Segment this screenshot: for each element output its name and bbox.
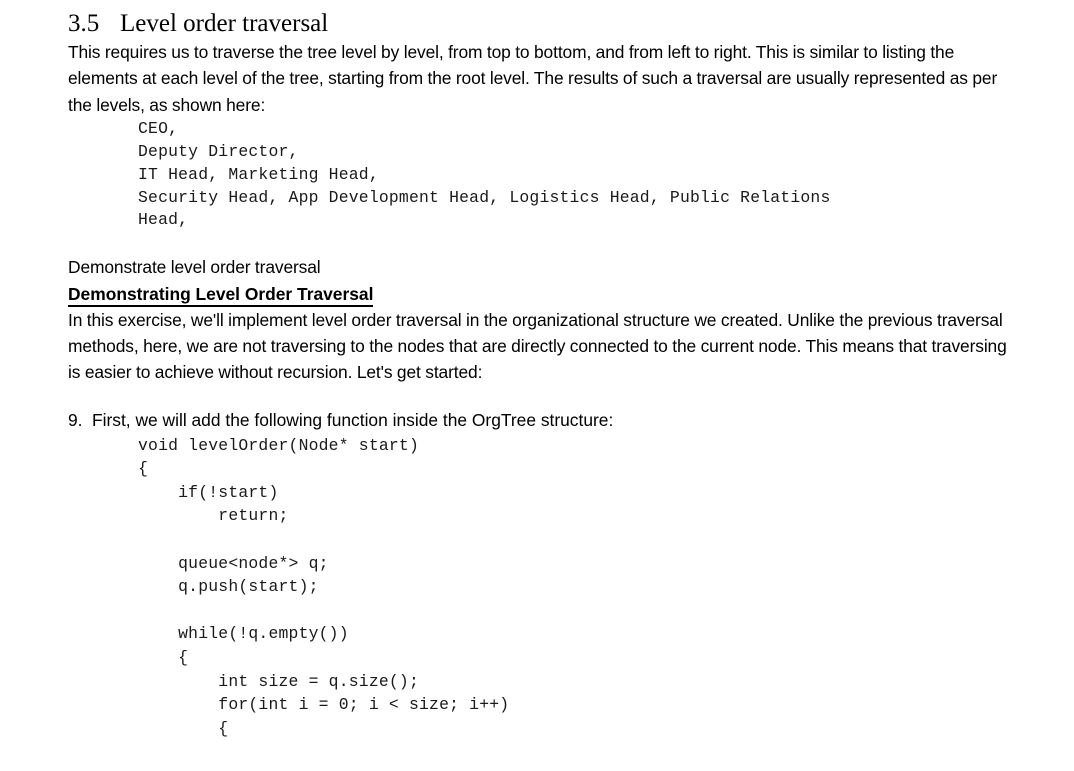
traversal-output-block: CEO, Deputy Director, IT Head, Marketing… [138,118,831,230]
code-block: void levelOrder(Node* start) { if(!start… [138,435,510,738]
intro-paragraph: This requires us to traverse the tree le… [68,42,998,115]
exercise-paragraph: In this exercise, we'll implement level … [68,309,1007,383]
list-item-marker: 9. [68,410,83,431]
demonstrating-subheading: Demonstrating Level Order Traversal [0,281,1074,307]
document-page: 3.5 Level order traversal This requires u… [0,0,1074,771]
demonstrate-line: Demonstrate level order traversal [68,257,321,278]
section-number: 3.5 [68,10,100,37]
demonstrating-subheading-text: Demonstrating Level Order Traversal [68,283,374,307]
list-item: 9. First, we will add the following func… [0,407,1074,433]
list-item-text: First, we will add the following functio… [92,410,614,431]
section-title: Level order traversal [120,10,329,37]
section-heading: 3.5 Level order traversal [0,0,1074,39]
